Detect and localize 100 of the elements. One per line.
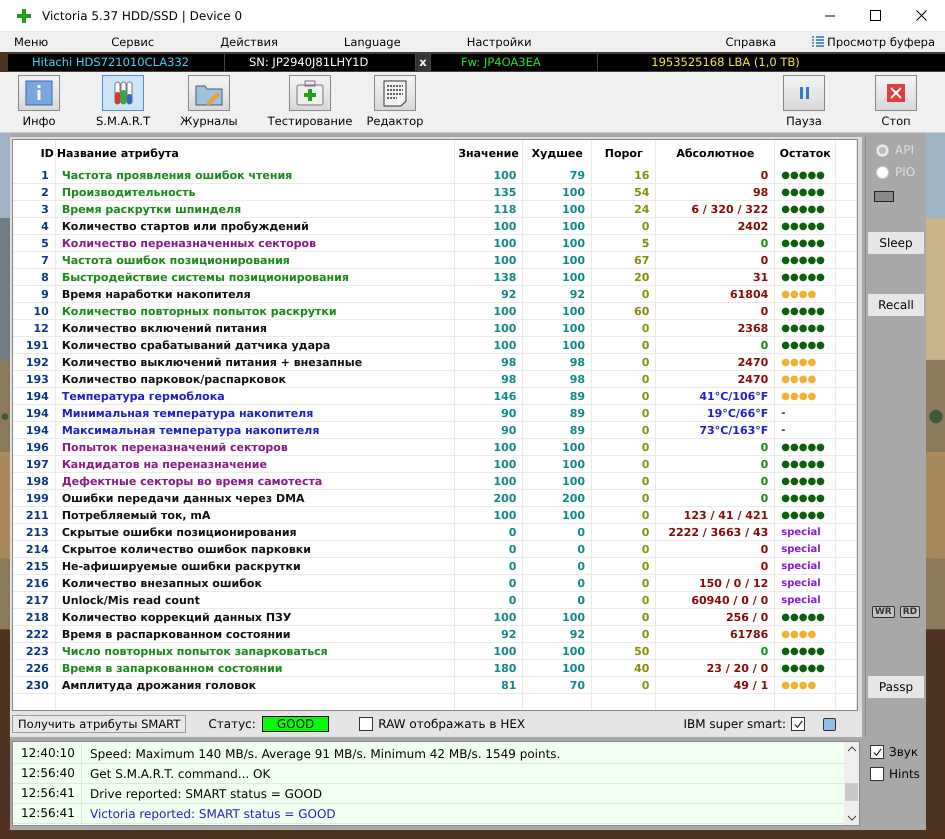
table-cell: 100	[454, 320, 523, 336]
table-cell: 0	[522, 540, 592, 558]
remaining-indicator: ●●●●●	[774, 472, 836, 490]
scrollbar[interactable]	[844, 742, 859, 825]
table-cell: 0	[656, 438, 775, 456]
get-smart-button[interactable]: Получить атрибуты SMART	[12, 715, 186, 733]
close-drive-button[interactable]: x	[416, 54, 431, 71]
menu-item[interactable]: Сервис	[97, 35, 168, 49]
table-cell: 67	[592, 252, 656, 268]
list-icon	[812, 36, 824, 48]
table-cell: 90	[454, 422, 523, 438]
menu-item[interactable]: Меню	[0, 35, 62, 49]
scrollbar-thumb[interactable]	[845, 783, 858, 801]
table-cell: 100	[522, 200, 592, 218]
remaining-indicator: ●●●●●	[774, 184, 836, 200]
toolbar-button[interactable]: Пауза	[773, 74, 835, 130]
attribute-name: Количество включений питания	[55, 320, 454, 336]
menu-item[interactable]: Справка	[712, 35, 790, 49]
attribute-id: 191	[13, 336, 56, 354]
remaining-indicator: ●●●●●	[774, 268, 836, 286]
attribute-name: Время раскрутки шпинделя	[55, 200, 454, 218]
log-message: Victoria reported: SMART status = GOOD	[90, 806, 336, 820]
toolbar-button[interactable]: S.M.A.R.T	[92, 74, 154, 130]
remaining-indicator: ●●●●	[774, 626, 836, 642]
remaining-indicator: ●●●●	[774, 354, 836, 370]
table-cell: 2368	[656, 320, 775, 336]
log-message: Drive reported: SMART status = GOOD	[90, 786, 322, 800]
table-cell: 0	[656, 490, 775, 506]
table-cell: 2222 / 3663 / 43	[656, 524, 775, 540]
table-cell: 98	[454, 354, 523, 370]
menu-item[interactable]: Language	[330, 35, 415, 49]
table-cell: 0	[592, 370, 656, 388]
table-cell: 0	[592, 524, 656, 540]
checkbox[interactable]	[359, 717, 374, 731]
table-cell: 0	[592, 592, 656, 608]
attribute-name: Скрытое количество ошибок парковки	[55, 540, 454, 558]
log-time: 12:40:10	[13, 744, 82, 763]
table-cell: 100	[522, 336, 592, 354]
remaining-indicator: special	[774, 524, 836, 540]
table-cell: 0	[592, 422, 656, 438]
side-button[interactable]: Recall	[868, 294, 924, 316]
table-cell: 0	[656, 642, 775, 660]
table-cell: 100	[522, 268, 592, 286]
toolbar-button[interactable]: Стоп	[865, 74, 927, 130]
table-cell: 0	[592, 456, 656, 472]
table-cell: 100	[454, 252, 523, 268]
remaining-indicator: ●●●●●	[774, 302, 836, 320]
attribute-id: 215	[13, 558, 56, 574]
toolbar-button[interactable]: Инфо	[8, 74, 70, 130]
table-cell: 0	[656, 252, 775, 268]
table-cell: 100	[522, 218, 592, 234]
checkbox-label: IBM super smart:	[683, 717, 786, 731]
table-cell: 100	[454, 234, 523, 252]
table-cell: 89	[522, 388, 592, 404]
color-swatch[interactable]	[823, 718, 836, 730]
attribute-id: 4	[13, 218, 56, 234]
table-cell: 0	[454, 574, 523, 592]
table-cell: 0	[454, 592, 523, 608]
attribute-name: Частота ошибок позиционирования	[55, 252, 454, 268]
table-cell: 2402	[656, 218, 775, 234]
table-cell: 0	[592, 218, 656, 234]
status-badge: GOOD	[262, 716, 330, 732]
remaining-indicator: ●●●●●	[774, 167, 836, 184]
attribute-id: 1	[13, 167, 56, 184]
table-cell: 100	[522, 184, 592, 200]
table-cell: 49 / 1	[656, 676, 775, 694]
attribute-name: Ошибки передачи данных через DMA	[55, 490, 454, 506]
checkbox[interactable]	[791, 717, 805, 731]
remaining-indicator: ●●●●●	[774, 234, 836, 252]
passport-button[interactable]: Passp	[868, 676, 924, 698]
indicator-label: WR	[872, 606, 895, 618]
toolbar-button[interactable]: Журналы	[176, 74, 242, 130]
table-cell: 0	[656, 234, 775, 252]
table-cell: 100	[454, 167, 523, 184]
menu-item[interactable]: Действия	[206, 35, 292, 49]
toolbar-button[interactable]: Редактор	[362, 74, 428, 130]
toolbar-button[interactable]: Тестирование	[264, 74, 356, 130]
table-cell: 0	[454, 524, 523, 540]
attribute-id: 7	[13, 252, 56, 268]
table-cell: 40	[592, 660, 656, 676]
column-header: Остаток	[774, 140, 836, 167]
checkbox-label: Hints	[889, 767, 920, 781]
attribute-id: 5	[13, 234, 56, 252]
attribute-id: 193	[13, 370, 56, 388]
table-cell: 100	[454, 642, 523, 660]
attribute-id: 194	[13, 422, 56, 438]
table-cell: 92	[454, 286, 523, 302]
table-cell: 100	[522, 660, 592, 676]
attribute-id: 8	[13, 268, 56, 286]
side-button[interactable]: Sleep	[868, 232, 924, 254]
menu-item[interactable]: Настройки	[452, 35, 546, 49]
table-cell: 100	[522, 438, 592, 456]
table-cell: 0	[592, 404, 656, 422]
table-cell: 0	[592, 438, 656, 456]
attribute-name: Амплитуда дрожания головок	[55, 676, 454, 694]
buffer-view-link[interactable]: Просмотр буфера	[827, 35, 935, 49]
checkbox[interactable]	[870, 745, 884, 759]
checkbox[interactable]	[870, 767, 884, 781]
table-cell: 0	[592, 676, 656, 694]
remaining-indicator: ●●●●●	[774, 456, 836, 472]
